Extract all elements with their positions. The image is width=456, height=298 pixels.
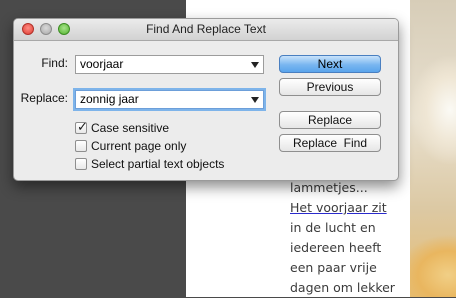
current-page-only-label[interactable]: Current page only: [91, 139, 186, 153]
partial-text-checkbox[interactable]: [75, 158, 87, 170]
previous-button[interactable]: Previous: [279, 78, 381, 96]
replace-label: Replace:: [20, 91, 68, 105]
photo-image: [410, 0, 456, 297]
find-combo[interactable]: voorjaar: [75, 55, 264, 74]
replace-value: zonnig jaar: [80, 92, 139, 106]
text-line: een paar vrije: [290, 260, 377, 275]
find-replace-dialog: Find And Replace Text Find: voorjaar Rep…: [13, 18, 399, 181]
find-value: voorjaar: [80, 57, 124, 71]
dialog-title: Find And Replace Text: [146, 22, 266, 36]
case-sensitive-checkbox[interactable]: ✓: [75, 119, 88, 134]
find-label: Find:: [41, 56, 68, 70]
replace-button[interactable]: Replace: [279, 111, 381, 129]
chevron-down-icon[interactable]: [251, 62, 259, 68]
next-button[interactable]: Next: [279, 55, 381, 73]
chevron-down-icon[interactable]: [251, 97, 259, 103]
text-line: dagen om lekker: [290, 280, 395, 295]
case-sensitive-label[interactable]: Case sensitive: [91, 121, 169, 135]
text-line: in de lucht en: [290, 220, 376, 235]
page-text-block[interactable]: lammetjes... Het voorjaar zit in de luch…: [290, 178, 410, 298]
current-page-only-checkbox[interactable]: [75, 140, 87, 152]
checkmark-icon: ✓: [77, 119, 88, 134]
text-line-highlighted: Het voorjaar zit: [290, 200, 387, 215]
replace-find-button[interactable]: Replace Find: [279, 134, 381, 152]
partial-text-label[interactable]: Select partial text objects: [91, 157, 224, 171]
text-line: lammetjes...: [290, 180, 368, 195]
text-line: iedereen heeft: [290, 240, 382, 255]
replace-combo[interactable]: zonnig jaar: [75, 90, 264, 109]
title-bar[interactable]: Find And Replace Text: [14, 19, 398, 41]
